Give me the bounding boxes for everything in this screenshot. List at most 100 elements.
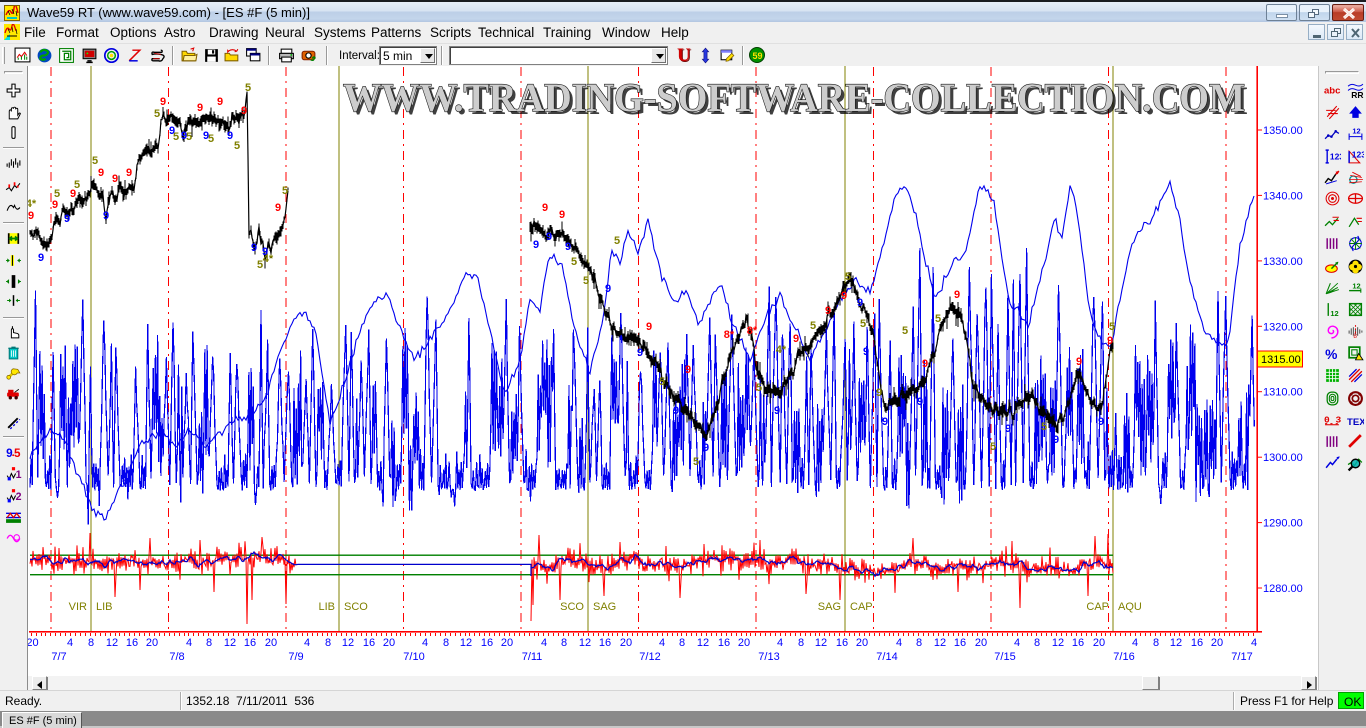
svg-text:CAP: CAP [1086,601,1109,613]
svg-text:%: % [1325,346,1337,362]
svg-text:9: 9 [1076,356,1082,368]
svg-text:7/7: 7/7 [51,651,66,663]
svg-text:7/11: 7/11 [522,651,543,663]
svg-text:123: 123 [1330,152,1341,162]
svg-text:7/14: 7/14 [876,651,897,663]
svg-text:4*: 4* [776,344,787,356]
svg-text:8*: 8* [747,325,758,337]
svg-text:9: 9 [160,96,166,108]
svg-text:5: 5 [902,325,908,337]
svg-text:9: 9 [103,210,109,222]
svg-text:2: 2 [16,491,22,503]
svg-text:SAG: SAG [818,601,841,613]
svg-text:5: 5 [154,108,160,120]
svg-text:5: 5 [571,256,577,268]
svg-text:12: 12 [1052,637,1064,649]
svg-text:9: 9 [251,242,257,254]
svg-text:1330.00: 1330.00 [1263,256,1303,268]
svg-text:9: 9 [703,442,709,454]
svg-text:20: 20 [265,637,277,649]
svg-text:9: 9 [546,231,552,243]
svg-text:5: 5 [614,235,620,247]
svg-text:4: 4 [659,637,665,649]
svg-text:9: 9 [841,290,847,302]
svg-text:12: 12 [460,637,472,649]
svg-text:LIB: LIB [96,601,113,613]
svg-text:5: 5 [810,320,816,332]
svg-text:CAP: CAP [850,601,873,613]
svg-text:16: 16 [718,637,730,649]
svg-text:12: 12 [1170,637,1182,649]
svg-text:12: 12 [1352,282,1360,291]
svg-text:SCO: SCO [560,601,584,613]
svg-text:20: 20 [501,637,513,649]
svg-text:8: 8 [325,637,331,649]
svg-text:1350.00: 1350.00 [1263,125,1303,137]
svg-text:1: 1 [16,469,22,481]
svg-text:16: 16 [954,637,966,649]
svg-text:4: 4 [67,637,73,649]
svg-text:16: 16 [363,637,375,649]
svg-text:9: 9 [203,130,209,142]
svg-text:20: 20 [383,637,395,649]
svg-text:5: 5 [756,382,762,394]
svg-text:4: 4 [896,637,902,649]
svg-text:5: 5 [659,376,665,388]
svg-text:SCO: SCO [344,601,368,613]
svg-text:9: 9 [217,96,223,108]
svg-text:8: 8 [88,637,94,649]
svg-text:SAG: SAG [593,601,616,613]
svg-text:9: 9 [857,297,863,309]
svg-text:9: 9 [876,387,882,399]
svg-text:9: 9 [917,396,923,408]
svg-text:9: 9 [605,283,611,295]
svg-text:16: 16 [599,637,611,649]
svg-text:1340.00: 1340.00 [1263,190,1303,202]
svg-text:20: 20 [1211,637,1223,649]
svg-text:9: 9 [673,405,679,417]
svg-text:9: 9 [98,167,104,179]
svg-text:4: 4 [186,637,192,649]
svg-text:8: 8 [1353,333,1357,340]
svg-text:5: 5 [1041,421,1047,433]
svg-text:12: 12 [342,637,354,649]
svg-text:5: 5 [935,313,941,325]
svg-text:WWW.TRADING-SOFTWARE-COLLECTIO: WWW.TRADING-SOFTWARE-COLLECTION.COM [343,75,1245,120]
svg-text:9: 9 [52,199,58,211]
svg-text:9: 9 [646,321,652,333]
svg-text:9: 9 [882,416,888,428]
svg-text:9: 9 [28,210,34,222]
svg-text:9: 9 [685,364,691,376]
svg-text:4: 4 [422,637,428,649]
svg-text:5: 5 [693,456,699,468]
svg-text:5: 5 [92,155,98,167]
svg-text:9: 9 [227,130,233,142]
svg-text:5: 5 [990,441,996,453]
svg-text:16: 16 [1072,637,1084,649]
svg-text:123: 123 [1352,150,1364,160]
svg-text:5: 5 [583,275,589,287]
svg-text:9: 9 [6,447,13,460]
svg-text:VIR: VIR [69,601,87,613]
svg-text:9: 9 [112,173,118,185]
svg-text:8: 8 [1153,637,1159,649]
svg-text:9: 9 [197,102,203,114]
svg-text:20: 20 [146,637,158,649]
svg-text:9: 9 [1005,423,1011,435]
svg-text:4: 4 [1014,637,1020,649]
svg-text:20: 20 [620,637,632,649]
svg-text:9: 9 [275,202,281,214]
svg-text:12: 12 [224,637,236,649]
svg-text:4: 4 [541,637,547,649]
svg-text:12: 12 [106,637,118,649]
svg-text:8: 8 [679,637,685,649]
svg-text:4: 4 [1132,637,1138,649]
svg-text:9: 9 [533,239,539,251]
svg-text:9: 9 [863,346,869,358]
svg-text:7/9: 7/9 [288,651,303,663]
svg-text:9: 9 [774,405,780,417]
svg-text:1315.00: 1315.00 [1261,354,1301,366]
svg-text:LIB: LIB [318,601,335,613]
svg-text:16: 16 [126,637,138,649]
svg-text:9: 9 [1053,434,1059,446]
